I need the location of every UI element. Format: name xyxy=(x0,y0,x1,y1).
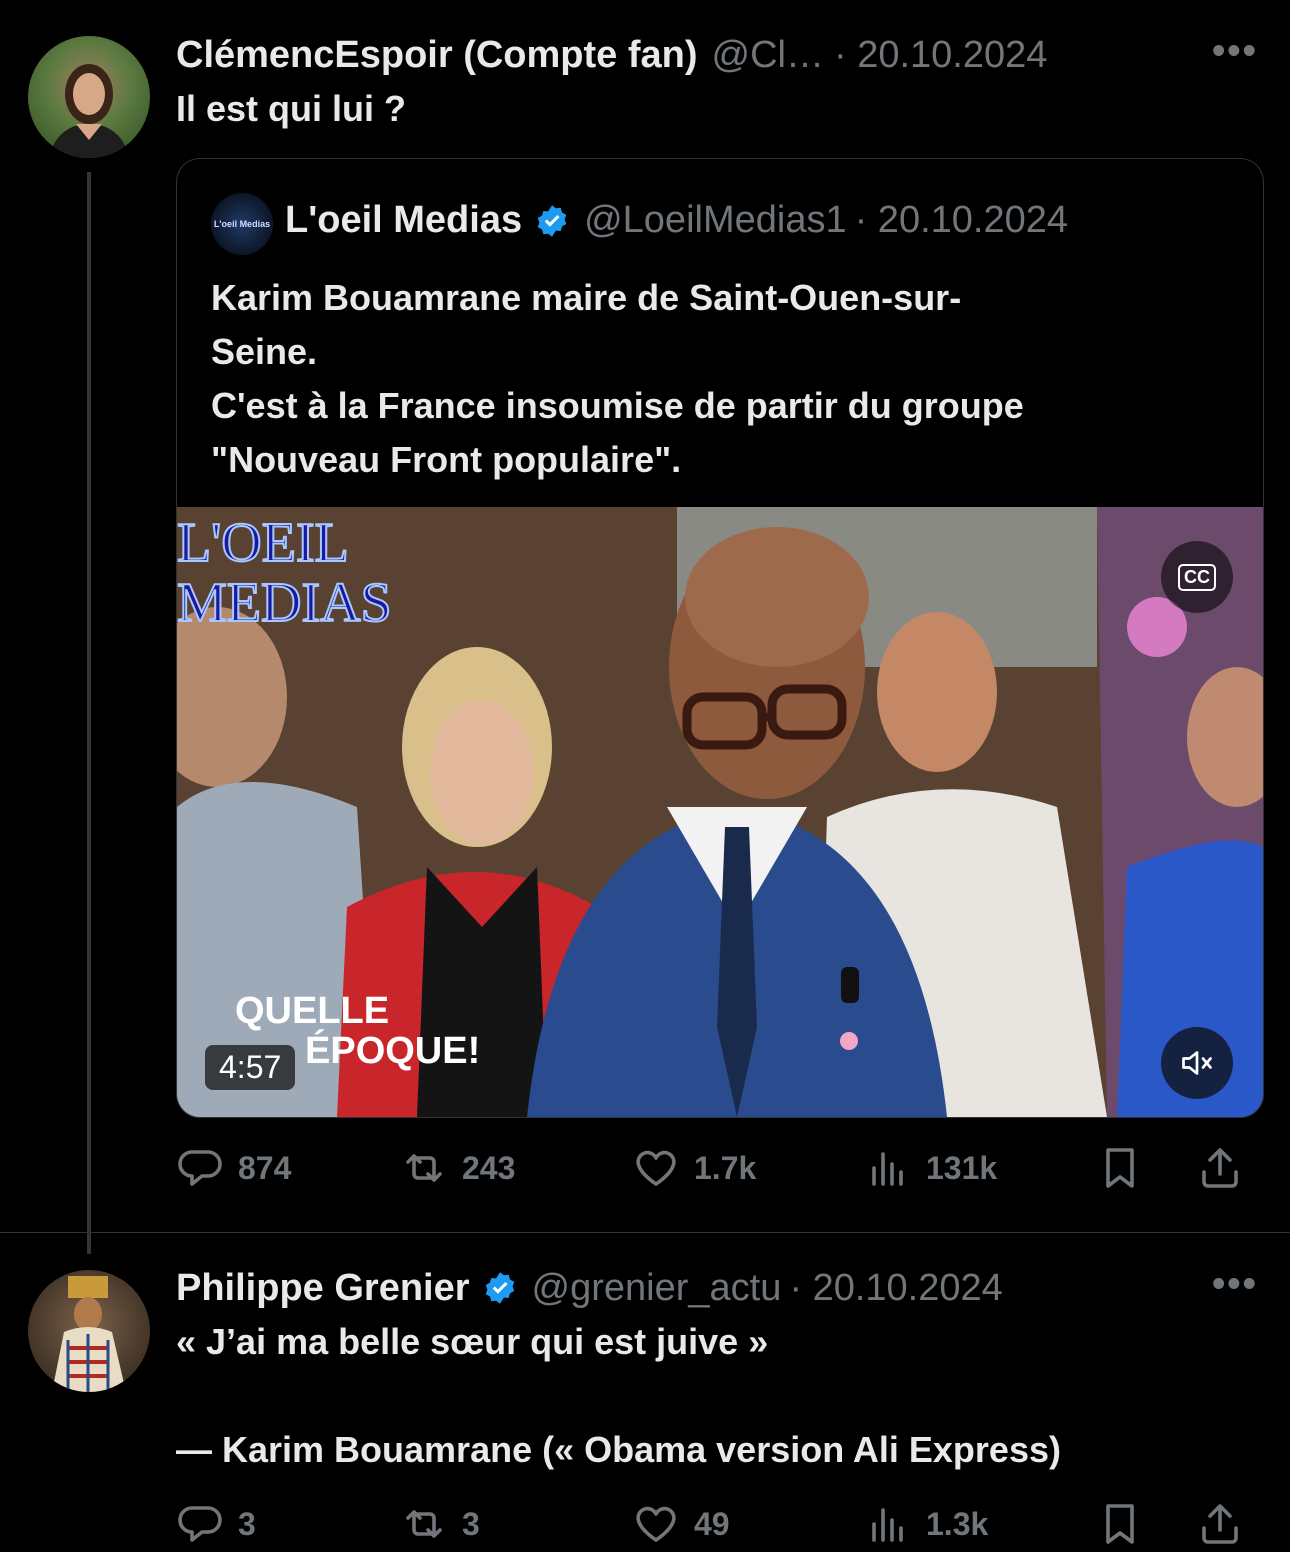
avatar-logo-text: L'oeil Medias xyxy=(213,219,271,229)
views-count: 1.3k xyxy=(926,1505,989,1542)
author-avatar[interactable] xyxy=(28,36,150,158)
quote-author-handle[interactable]: @LoeilMedias1 xyxy=(584,199,847,242)
quote-author-avatar[interactable]: L'oeil Medias xyxy=(211,193,273,255)
share-icon xyxy=(1202,1504,1238,1544)
like-button[interactable]: 1.7k xyxy=(632,1144,864,1192)
reply-count: 874 xyxy=(238,1149,292,1186)
reply-button[interactable]: 3 xyxy=(176,1500,400,1548)
share-icon xyxy=(1202,1148,1238,1188)
painting-portrait-image xyxy=(52,1276,126,1392)
heart-icon xyxy=(636,1150,676,1186)
quote-text-line: C'est à la France insoumise de partir du… xyxy=(211,385,1024,426)
repost-icon xyxy=(406,1154,442,1182)
mute-button[interactable] xyxy=(1161,1027,1233,1099)
views-button[interactable]: 131k xyxy=(864,1144,1096,1192)
reply-count: 3 xyxy=(238,1505,256,1542)
video-player[interactable]: L'OEIL MEDIAS QUELLE ÉPOQUE! 4:57 CC xyxy=(177,507,1263,1117)
reply-icon xyxy=(178,1506,222,1542)
share-button[interactable] xyxy=(1196,1500,1244,1548)
tweet-divider xyxy=(0,1232,1290,1233)
like-count: 49 xyxy=(694,1505,730,1542)
post-date[interactable]: · 20.10.2024 xyxy=(789,1267,1002,1310)
tweet-text-line: — Karim Bouamrane (« Obama version Ali E… xyxy=(176,1429,1061,1470)
bookmark-icon xyxy=(1106,1148,1134,1188)
repost-icon xyxy=(406,1510,442,1538)
share-button[interactable] xyxy=(1196,1144,1244,1192)
bookmark-button[interactable] xyxy=(1096,1500,1196,1548)
like-button[interactable]: 49 xyxy=(632,1500,864,1548)
quote-author-name[interactable]: L'oeil Medias xyxy=(285,199,522,242)
reply-button[interactable]: 874 xyxy=(176,1144,400,1192)
analytics-icon xyxy=(872,1152,903,1186)
reply-icon xyxy=(178,1150,222,1186)
bookmark-icon xyxy=(1106,1504,1134,1544)
more-options-icon[interactable]: ••• xyxy=(1212,1263,1258,1306)
repost-button[interactable]: 243 xyxy=(400,1144,632,1192)
video-duration-badge: 4:57 xyxy=(205,1045,296,1090)
post-date[interactable]: · 20.10.2024 xyxy=(834,34,1047,77)
repost-button[interactable]: 3 xyxy=(400,1500,632,1548)
author-avatar[interactable] xyxy=(28,1270,150,1392)
repost-count: 3 xyxy=(462,1505,480,1542)
more-options-icon[interactable]: ••• xyxy=(1212,30,1258,73)
quote-text-line: "Nouveau Front populaire". xyxy=(211,439,682,480)
heart-icon xyxy=(636,1506,676,1542)
quote-text-line: Karim Bouamrane maire de Saint-Ouen-sur- xyxy=(211,277,962,318)
quoted-tweet[interactable]: L'oeil Medias L'oeil Medias @LoeilMedias… xyxy=(176,158,1264,1118)
author-handle[interactable]: @Cl… xyxy=(712,34,824,77)
channel-watermark: L'OEIL MEDIAS xyxy=(177,512,393,634)
quote-date[interactable]: · 20.10.2024 xyxy=(855,199,1068,242)
captions-icon: CC xyxy=(1178,563,1216,591)
verified-badge-icon xyxy=(537,204,567,237)
show-logo-line: ÉPOQUE! xyxy=(305,1030,481,1072)
views-count: 131k xyxy=(926,1149,998,1186)
views-button[interactable]: 1.3k xyxy=(864,1500,1096,1548)
author-name[interactable]: Philippe Grenier xyxy=(176,1267,470,1310)
muted-speaker-icon xyxy=(1182,1051,1212,1075)
repost-count: 243 xyxy=(462,1149,516,1186)
tweet-text-line: « J’ai ma belle sœur qui est juive » xyxy=(176,1321,769,1362)
watermark-line: L'OEIL xyxy=(177,512,350,574)
author-name[interactable]: ClémencEspoir (Compte fan) xyxy=(176,34,698,77)
tweet-text: Il est qui lui ? xyxy=(176,88,407,129)
analytics-icon xyxy=(872,1508,903,1542)
show-logo-line: QUELLE xyxy=(235,990,390,1032)
quote-text-line: Seine. xyxy=(211,331,318,372)
author-handle[interactable]: @grenier_actu xyxy=(532,1267,782,1310)
watermark-line: MEDIAS xyxy=(177,572,393,634)
like-count: 1.7k xyxy=(694,1149,757,1186)
portrait-image xyxy=(48,64,130,158)
captions-button[interactable]: CC xyxy=(1161,541,1233,613)
bookmark-button[interactable] xyxy=(1096,1144,1196,1192)
verified-badge-icon xyxy=(485,1272,514,1304)
thread-line xyxy=(87,172,91,1254)
